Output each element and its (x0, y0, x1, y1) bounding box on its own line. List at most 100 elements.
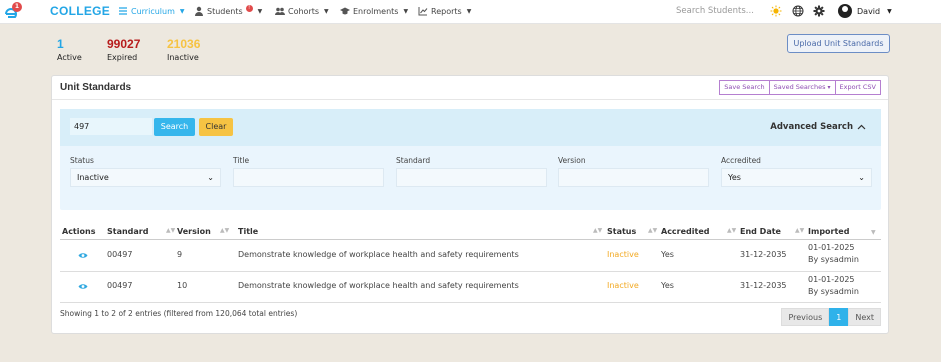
sort-icon[interactable]: ▲▼ (593, 227, 602, 234)
accredited-filter-label: Accredited (721, 156, 761, 165)
stat-inactive-value: 21036 (167, 37, 201, 51)
cell-status: Inactive (607, 281, 639, 290)
chart-line-icon (418, 7, 428, 16)
cell-accredited: Yes (661, 281, 674, 290)
col-status[interactable]: Status (607, 227, 636, 236)
sort-icon[interactable]: ▲▼ (166, 227, 175, 234)
cell-imported-by: By sysadmin (808, 255, 859, 264)
col-title[interactable]: Title (238, 227, 258, 236)
chevron-down-icon: ⌄ (858, 173, 865, 182)
view-icon[interactable] (78, 283, 88, 290)
sort-icon[interactable]: ▲▼ (727, 227, 736, 234)
status-select[interactable]: Inactive ⌄ (70, 168, 221, 187)
nav-cohorts[interactable]: Cohorts ▼ (275, 6, 329, 16)
advanced-search-toggle[interactable]: Advanced Search (770, 122, 866, 132)
previous-page-button[interactable]: Previous (781, 308, 830, 326)
nav-curriculum[interactable]: Curriculum ▼ (118, 6, 185, 16)
cell-status: Inactive (607, 250, 639, 259)
cell-imported-date: 01-01-2025 (808, 243, 855, 252)
student-search-input[interactable]: Search Students... (676, 6, 758, 16)
chevron-down-icon: ▼ (179, 7, 185, 15)
chevron-down-icon: ▾ (827, 84, 831, 91)
title-filter-input[interactable] (233, 168, 384, 187)
chevron-down-icon: ▼ (403, 7, 409, 15)
col-accredited[interactable]: Accredited (661, 227, 710, 236)
notification-badge: 1 (12, 2, 22, 12)
app-logo[interactable]: 1 (3, 2, 22, 22)
stat-expired: 99027 Expired (107, 37, 140, 62)
nav-curriculum-label: Curriculum (131, 6, 175, 16)
standard-search-input[interactable]: 497 (70, 118, 152, 135)
brand-name[interactable]: COLLEGE (50, 4, 110, 18)
col-imported[interactable]: Imported (808, 227, 849, 236)
chevron-down-icon: ▼ (324, 7, 329, 15)
globe-icon[interactable] (792, 5, 804, 17)
nav-students-label: Students (207, 6, 243, 16)
chevron-up-icon (857, 124, 866, 130)
table-info: Showing 1 to 2 of 2 entries (filtered fr… (60, 309, 298, 318)
stat-active: 1 Active (57, 37, 82, 62)
saved-searches-label: Saved Searches (773, 83, 826, 91)
sort-icon[interactable]: ▲▼ (648, 227, 657, 234)
cell-standard: 00497 (107, 250, 133, 259)
view-icon[interactable] (78, 252, 88, 259)
col-actions: Actions (62, 227, 96, 236)
cell-imported-date: 01-01-2025 (808, 275, 855, 284)
header-button-group: Save Search Saved Searches ▾ Export CSV (719, 80, 881, 95)
avatar (838, 4, 852, 18)
sort-icon[interactable]: ▲▼ (795, 227, 804, 234)
status-select-value: Inactive (77, 173, 109, 182)
cell-standard: 00497 (107, 281, 133, 290)
stat-inactive: 21036 Inactive (167, 37, 200, 62)
page-1-button[interactable]: 1 (829, 308, 849, 326)
upload-unit-standards-button[interactable]: Upload Unit Standards (787, 34, 890, 53)
users-icon (275, 7, 285, 15)
version-filter-input[interactable] (558, 168, 709, 187)
top-navbar: 1 COLLEGE Curriculum ▼ Students! ▼ Cohorts… (0, 0, 941, 24)
col-standard[interactable]: Standard (107, 227, 148, 236)
stat-expired-label: Expired (107, 53, 138, 62)
nav-enrolments-label: Enrolments (353, 6, 399, 16)
sun-icon[interactable] (770, 5, 782, 17)
search-button[interactable]: Search (154, 118, 195, 136)
nav-enrolments[interactable]: Enrolments ▼ (340, 6, 408, 16)
nav-cohorts-label: Cohorts (288, 6, 320, 16)
filter-toolbar: 497 Search Clear Advanced Search (60, 109, 881, 146)
accredited-select[interactable]: Yes ⌄ (721, 168, 872, 187)
stat-inactive-label: Inactive (167, 53, 199, 62)
status-filter-label: Status (70, 156, 94, 165)
header-divider (60, 239, 881, 240)
cell-title: Demonstrate knowledge of workplace healt… (238, 281, 519, 290)
next-page-button[interactable]: Next (848, 308, 881, 326)
nav-students[interactable]: Students! ▼ (194, 4, 263, 16)
sort-icon[interactable]: ▲▼ (220, 227, 229, 234)
col-version[interactable]: Version (177, 227, 211, 236)
col-end-date[interactable]: End Date (740, 227, 781, 236)
cell-version: 9 (177, 250, 183, 259)
stat-active-label: Active (57, 53, 82, 62)
user-name: David (857, 6, 881, 16)
chevron-down-icon: ▼ (257, 7, 263, 15)
unit-standards-card: Unit Standards Save Search Saved Searche… (51, 75, 889, 334)
chevron-down-icon: ▼ (887, 7, 892, 15)
students-badge: ! (245, 4, 253, 12)
export-csv-button[interactable]: Export CSV (835, 80, 881, 95)
standard-filter-input[interactable] (396, 168, 547, 187)
saved-searches-button[interactable]: Saved Searches ▾ (769, 80, 836, 95)
clear-button[interactable]: Clear (199, 118, 233, 136)
cell-title: Demonstrate knowledge of workplace healt… (238, 250, 519, 259)
save-search-button[interactable]: Save Search (719, 80, 770, 95)
user-icon (195, 6, 203, 16)
chevron-down-icon: ⌄ (207, 173, 214, 182)
graduation-cap-icon (340, 7, 350, 15)
nav-reports[interactable]: Reports ▼ (418, 6, 471, 16)
cell-version: 10 (177, 281, 188, 290)
user-menu[interactable]: David ▼ (838, 4, 892, 18)
sort-desc-icon[interactable]: ▼ (871, 229, 876, 236)
cell-imported-by: By sysadmin (808, 287, 859, 296)
standard-filter-label: Standard (396, 156, 431, 165)
cell-accredited: Yes (661, 250, 674, 259)
nav-reports-label: Reports (431, 6, 462, 16)
gear-icon[interactable] (813, 5, 825, 17)
list-icon (119, 7, 127, 15)
